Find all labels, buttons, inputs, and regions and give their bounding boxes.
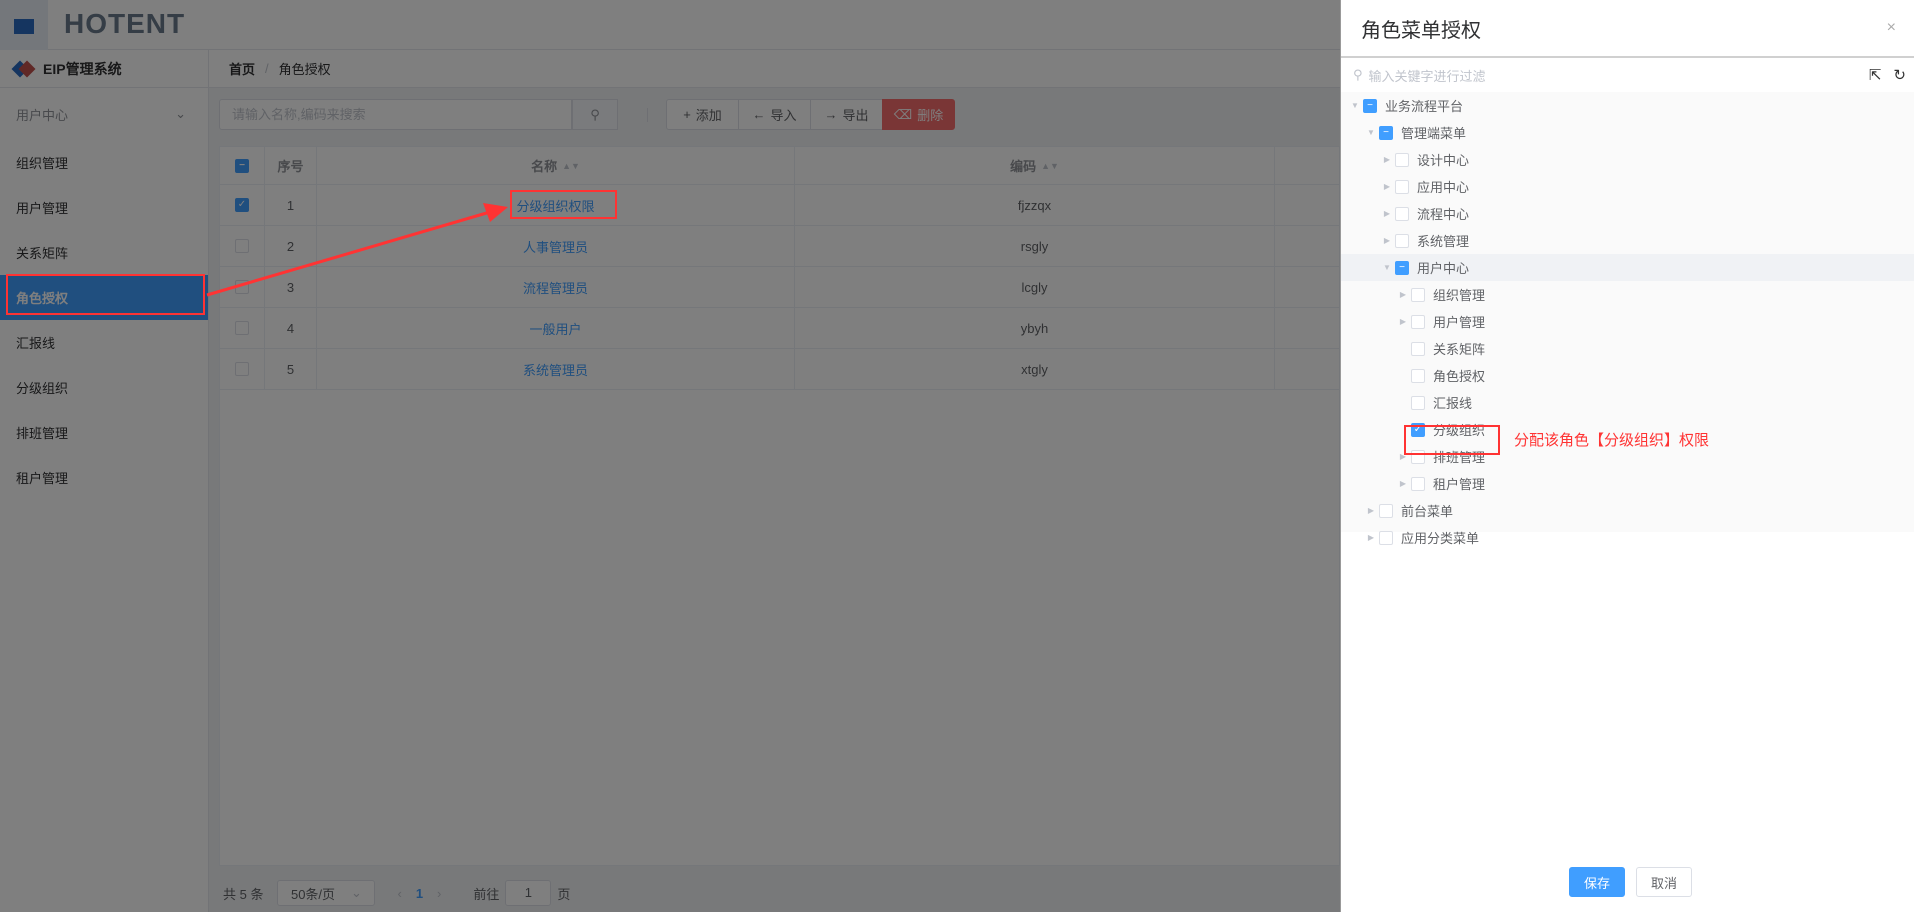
tree-node-label: 应用中心	[1417, 180, 1470, 195]
caret-right-icon[interactable]: ▶	[1379, 209, 1395, 218]
tree-checkbox[interactable]	[1411, 287, 1425, 302]
role-menu-drawer: 角色菜单授权 × ⚲ 输入关键字进行过滤 ⇱ ↻ ▼ − 业务流程平台 ▼ − 管理端菜单 ▶ 设…	[1340, 0, 1914, 912]
tree-node[interactable]: 关系矩阵	[1341, 335, 1914, 362]
tree-node-label: 用户管理	[1433, 315, 1486, 330]
cancel-button[interactable]: 取消	[1636, 867, 1692, 897]
tree-node-label: 流程中心	[1417, 207, 1470, 222]
tree-node[interactable]: ▼ − 管理端菜单	[1341, 119, 1914, 146]
tree-checkbox[interactable]	[1411, 341, 1425, 356]
tree-node[interactable]: ▶ 流程中心	[1341, 200, 1914, 227]
tree-node[interactable]: ▶ 租户管理	[1341, 470, 1914, 497]
caret-right-icon[interactable]: ▶	[1395, 479, 1411, 488]
tree-checkbox[interactable]	[1379, 503, 1393, 518]
tree-node[interactable]: ▶ 前台菜单	[1341, 497, 1914, 524]
caret-right-icon[interactable]: ▶	[1379, 155, 1395, 164]
tree-checkbox[interactable]: −	[1395, 260, 1409, 275]
tree-node-label: 汇报线	[1433, 396, 1473, 411]
tree-node[interactable]: ▼ − 用户中心	[1341, 254, 1914, 281]
tree-checkbox[interactable]	[1395, 179, 1409, 194]
tree-checkbox[interactable]	[1411, 314, 1425, 329]
tree-node[interactable]: ▶ 用户管理	[1341, 308, 1914, 335]
tree-node-label: 关系矩阵	[1433, 342, 1486, 357]
caret-down-icon[interactable]: ▼	[1363, 128, 1379, 137]
expand-icon[interactable]: ⇱	[1869, 66, 1882, 84]
tree-node[interactable]: 角色授权	[1341, 362, 1914, 389]
tree-node-label: 角色授权	[1433, 369, 1486, 384]
drawer-title: 角色菜单授权	[1361, 19, 1481, 42]
tree-node-label: 租户管理	[1433, 477, 1486, 492]
caret-right-icon[interactable]: ▶	[1363, 506, 1379, 515]
close-icon[interactable]: ×	[1887, 19, 1896, 37]
tree-checkbox[interactable]	[1379, 530, 1393, 545]
drawer-header: 角色菜单授权 ×	[1341, 0, 1914, 58]
tree-filter: ⚲ 输入关键字进行过滤 ⇱ ↻	[1341, 58, 1914, 92]
tree-node-label: 应用分类菜单	[1401, 531, 1480, 546]
filter-input[interactable]: 输入关键字进行过滤	[1369, 66, 1486, 85]
tree-checkbox[interactable]	[1411, 368, 1425, 383]
tree-node-label: 设计中心	[1417, 153, 1470, 168]
annotation-text: 分配该角色【分级组织】权限	[1514, 432, 1710, 449]
menu-tree: ▼ − 业务流程平台 ▼ − 管理端菜单 ▶ 设计中心 ▶ 应用中心 ▶ 流程中心 ▶ 系统管理 ▼ − 用户中…	[1341, 92, 1914, 546]
caret-right-icon[interactable]: ▶	[1363, 533, 1379, 542]
save-button[interactable]: 保存	[1569, 867, 1625, 897]
tree-node[interactable]: ▶ 组织管理	[1341, 281, 1914, 308]
tree-node[interactable]: 汇报线	[1341, 389, 1914, 416]
caret-right-icon[interactable]: ▶	[1379, 236, 1395, 245]
annotation-box-tree	[1404, 425, 1500, 455]
tree-node[interactable]: ▶ 应用分类菜单	[1341, 524, 1914, 551]
refresh-icon[interactable]: ↻	[1893, 66, 1906, 84]
tree-checkbox[interactable]	[1395, 233, 1409, 248]
caret-right-icon[interactable]: ▶	[1395, 317, 1411, 326]
tree-checkbox[interactable]	[1395, 206, 1409, 221]
tree-node[interactable]: ▶ 应用中心	[1341, 173, 1914, 200]
tree-checkbox[interactable]: −	[1363, 98, 1377, 113]
tree-checkbox[interactable]	[1395, 152, 1409, 167]
caret-right-icon[interactable]: ▶	[1395, 290, 1411, 299]
caret-right-icon[interactable]: ▶	[1379, 182, 1395, 191]
tree-node-label: 系统管理	[1417, 234, 1470, 249]
tree-node[interactable]: ▶ 设计中心	[1341, 146, 1914, 173]
tree-checkbox[interactable]: −	[1379, 125, 1393, 140]
caret-down-icon[interactable]: ▼	[1347, 101, 1363, 110]
tree-node-label: 管理端菜单	[1401, 126, 1467, 141]
tree-node[interactable]: ▼ − 业务流程平台	[1341, 92, 1914, 119]
caret-down-icon[interactable]: ▼	[1379, 263, 1395, 272]
tree-node-label: 组织管理	[1433, 288, 1486, 303]
search-icon: ⚲	[1353, 67, 1363, 82]
tree-node-label: 前台菜单	[1401, 504, 1454, 519]
tree-checkbox[interactable]	[1411, 476, 1425, 491]
tree-node-label: 用户中心	[1417, 261, 1470, 276]
tree-node[interactable]: ▶ 系统管理	[1341, 227, 1914, 254]
tree-checkbox[interactable]	[1411, 395, 1425, 410]
annotation-arrow	[206, 203, 508, 297]
tree-node-label: 业务流程平台	[1385, 99, 1464, 114]
